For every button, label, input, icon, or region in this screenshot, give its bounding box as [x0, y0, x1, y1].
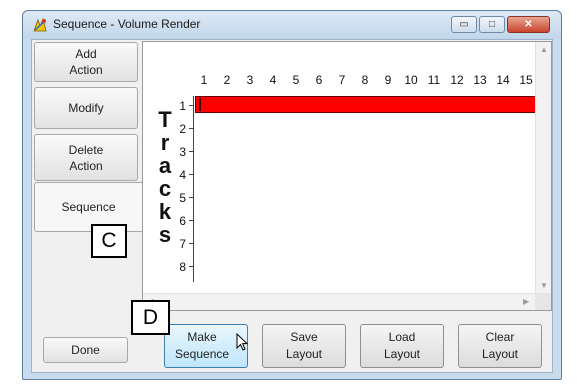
save-layout-button[interactable]: Save Layout: [262, 324, 346, 368]
column-number: 7: [338, 73, 346, 87]
column-number: 14: [496, 73, 510, 87]
axis-tick: [189, 266, 193, 267]
track-bar-handle[interactable]: [199, 98, 201, 111]
track-row-number: 8: [179, 260, 186, 274]
sequence-grid-panel: 1 2 3 4 5 6 7 8 9 10 11 12 13 14 15 T r …: [142, 41, 552, 311]
column-number: 15: [519, 73, 533, 87]
column-number: 3: [246, 73, 254, 87]
scroll-right-arrow-icon[interactable]: ▶: [523, 298, 529, 306]
track-row-number: 3: [179, 145, 186, 159]
modify-button[interactable]: Modify: [34, 87, 138, 129]
minimize-button[interactable]: ▭: [451, 16, 477, 33]
axis-tick: [189, 197, 193, 198]
delete-action-button[interactable]: Delete Action: [34, 134, 138, 181]
column-number: 13: [473, 73, 487, 87]
mouse-pointer-icon: [236, 333, 248, 351]
track-row-number: 1: [179, 99, 186, 113]
axis-tick: [189, 151, 193, 152]
client-area: Add Action Modify Delete Action Sequence…: [31, 39, 553, 373]
done-button[interactable]: Done: [43, 337, 128, 363]
axis-tick: [189, 243, 193, 244]
tracks-label-letter: s: [158, 222, 172, 247]
scrollbar-corner: [535, 293, 551, 310]
track-1-action-bar[interactable]: [195, 96, 539, 113]
column-number: 10: [404, 73, 418, 87]
track-axis: [193, 96, 194, 282]
close-button[interactable]: ✕: [507, 16, 550, 33]
column-number: 12: [450, 73, 464, 87]
horizontal-scrollbar[interactable]: ◀ ▶: [143, 293, 535, 310]
column-number: 5: [292, 73, 300, 87]
window-title: Sequence - Volume Render: [53, 17, 201, 31]
app-icon: [33, 17, 47, 32]
column-number: 9: [384, 73, 392, 87]
track-row-number: 7: [179, 237, 186, 251]
track-row-number: 4: [179, 168, 186, 182]
axis-tick: [189, 174, 193, 175]
vertical-scrollbar[interactable]: ▲ ▼: [535, 42, 551, 294]
callout-label-d: D: [131, 300, 170, 335]
scroll-up-arrow-icon[interactable]: ▲: [540, 46, 548, 54]
column-number: 2: [223, 73, 231, 87]
column-number: 1: [200, 73, 208, 87]
track-row-number: 5: [179, 191, 186, 205]
load-layout-button[interactable]: Load Layout: [360, 324, 444, 368]
track-row-number: 6: [179, 214, 186, 228]
clear-layout-button[interactable]: Clear Layout: [458, 324, 542, 368]
scroll-down-arrow-icon[interactable]: ▼: [540, 282, 548, 290]
callout-label-c: C: [91, 224, 127, 258]
column-number: 4: [269, 73, 277, 87]
column-number: 8: [361, 73, 369, 87]
column-number: 6: [315, 73, 323, 87]
axis-tick: [189, 105, 193, 106]
add-action-button[interactable]: Add Action: [34, 42, 138, 82]
maximize-button[interactable]: □: [479, 16, 505, 33]
track-row-number: 2: [179, 122, 186, 136]
axis-tick: [189, 220, 193, 221]
title-bar[interactable]: Sequence - Volume Render ▭ □ ✕: [23, 11, 561, 39]
column-number: 11: [427, 73, 441, 87]
axis-tick: [189, 128, 193, 129]
